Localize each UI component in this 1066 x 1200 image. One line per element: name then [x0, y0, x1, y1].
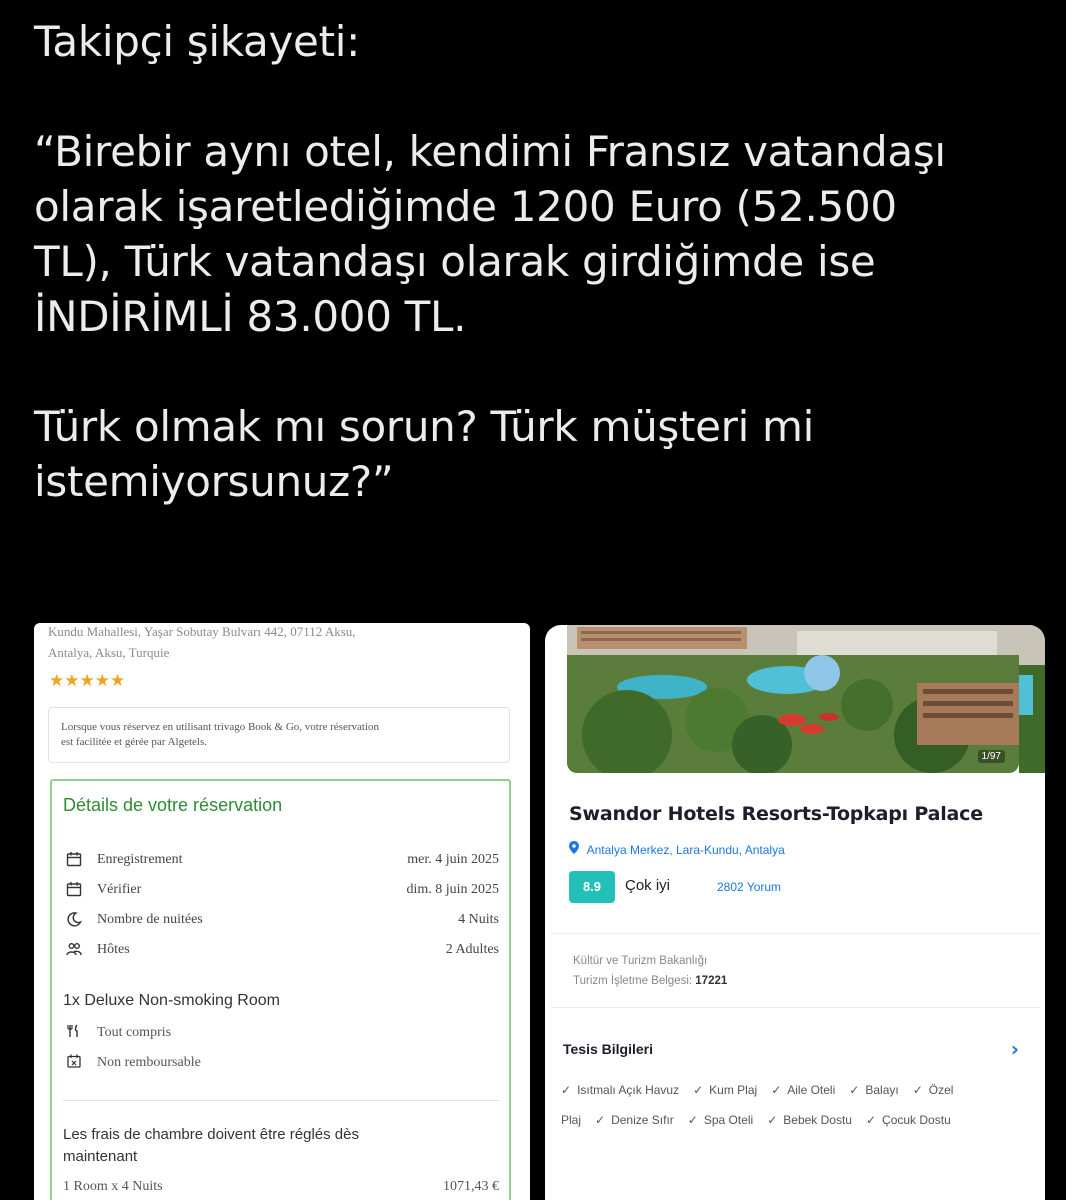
tweet-header: Takipçi şikayeti: — [34, 17, 360, 66]
detail-label: Vérifier — [97, 882, 142, 897]
notice-line-1: Lorsque vous réservez en utilisant triva… — [61, 721, 380, 733]
fees-notice: Les frais de chambre doivent être réglés… — [63, 1124, 443, 1168]
license-line-1: Kültür ve Turizm Bakanlığı — [573, 955, 708, 967]
facility-tag: Balayı — [849, 1083, 898, 1097]
location-pin-icon — [569, 841, 583, 857]
hotel-address: Kundu Mahallesi, Yaşar Sobutay Bulvarı 4… — [48, 623, 518, 663]
facility-tag: Kum Plaj — [693, 1083, 757, 1097]
address-line-2: Antalya, Aksu, Turquie — [48, 645, 170, 660]
calendar-icon — [64, 881, 84, 901]
facilities-title: Tesis Bilgileri — [563, 1041, 653, 1057]
facility-tag: Bebek Dostu — [767, 1113, 852, 1127]
price-value: 1071,43 € — [443, 1179, 499, 1194]
detail-label: Nombre de nuitées — [97, 912, 203, 927]
calendar-x-icon — [64, 1054, 84, 1072]
detail-row-checkout: Vérifier dim. 8 juin 2025 — [64, 880, 499, 902]
calendar-icon — [64, 851, 84, 871]
facility-tag: Spa Oteli — [688, 1113, 753, 1127]
facility-tag: Denize Sıfır — [595, 1113, 674, 1127]
divider — [551, 933, 1039, 934]
detail-row-guests: Hôtes 2 Adultes — [64, 940, 499, 962]
reservation-details-box: Détails de votre réservation Enregistrem… — [50, 779, 511, 1200]
french-booking-screenshot: Kundu Mahallesi, Yaşar Sobutay Bulvarı 4… — [34, 623, 530, 1200]
quote-line-3: TL), Türk vatandaşı olarak girdiğimde is… — [34, 237, 876, 286]
tweet-text: Takipçi şikayeti: “Birebir aynı otel, ke… — [34, 14, 1044, 509]
divider — [551, 1007, 1039, 1008]
license-info: Kültür ve Turizm Bakanlığı Turizm İşletm… — [573, 951, 727, 991]
turkish-booking-screenshot: 1/97 Swandor Hotels Resorts-Topkapı Pala… — [545, 625, 1045, 1200]
facilities-row-1: Isıtmalı Açık Havuz Kum Plaj Aile Oteli Bal… — [561, 1083, 967, 1097]
rating-badge: 8.9 — [569, 871, 615, 903]
location-text: Antalya Merkez, Lara-Kundu, Antalya — [586, 843, 785, 857]
rating-label: Çok iyi — [625, 877, 671, 894]
price-row: 1 Room x 4 Nuits 1071,43 € — [63, 1179, 499, 1195]
photo-count: 1/97 — [977, 750, 1005, 763]
detail-value: mer. 4 juin 2025 — [407, 852, 499, 867]
details-title: Détails de votre réservation — [63, 795, 283, 815]
facility-tag: Özel — [913, 1083, 954, 1097]
detail-label: Enregistrement — [97, 852, 183, 867]
question-line-1: Türk olmak mı sorun? Türk müşteri mi — [34, 402, 815, 451]
next-photo-preview[interactable] — [1019, 625, 1045, 773]
cutlery-icon — [64, 1024, 84, 1042]
hotel-photo-illustration — [567, 625, 1019, 773]
detail-value: dim. 8 juin 2025 — [406, 882, 499, 897]
reviews-link[interactable]: 2802 Yorum — [717, 880, 781, 894]
fees-line-1: Les frais de chambre doivent être réglés… — [63, 1126, 359, 1143]
detail-value: 4 Nuits — [458, 912, 499, 927]
notice-line-2: est facilitée et gérée par Algetels. — [61, 736, 207, 748]
room-title: 1x Deluxe Non-smoking Room — [63, 992, 280, 1009]
facility-tag: Isıtmalı Açık Havuz — [561, 1083, 679, 1097]
detail-value: 2 Adultes — [445, 942, 499, 957]
facility-tag: Çocuk Dostu — [866, 1113, 951, 1127]
booking-notice: Lorsque vous réservez en utilisant triva… — [48, 707, 510, 763]
refund-label: Non remboursable — [97, 1055, 201, 1070]
facility-tag-continued: Plaj — [561, 1113, 582, 1127]
address-line-1: Kundu Mahallesi, Yaşar Sobutay Bulvarı 4… — [48, 624, 356, 639]
moon-icon — [64, 911, 84, 931]
hotel-location[interactable]: Antalya Merkez, Lara-Kundu, Antalya — [569, 841, 785, 857]
price-label: 1 Room x 4 Nuits — [63, 1179, 163, 1194]
divider — [63, 1100, 499, 1101]
board-label: Tout compris — [97, 1025, 172, 1040]
star-rating: ★★★★★ — [49, 671, 126, 691]
detail-label: Hôtes — [97, 942, 130, 957]
chevron-right-icon[interactable]: › — [1011, 1037, 1019, 1061]
detail-row-nights: Nombre de nuitées 4 Nuits — [64, 910, 499, 932]
license-number: 17221 — [695, 975, 728, 987]
detail-row-checkin: Enregistrement mer. 4 juin 2025 — [64, 850, 499, 872]
facility-tag: Aile Oteli — [771, 1083, 835, 1097]
guests-icon — [64, 941, 84, 961]
quote-line-1: “Birebir aynı otel, kendimi Fransız vata… — [34, 127, 946, 176]
quote-line-2: olarak işaretlediğimde 1200 Euro (52.500 — [34, 182, 897, 231]
next-photo-illustration — [1019, 625, 1045, 773]
license-line-2: Turizm İşletme Belgesi: 17221 — [573, 971, 727, 991]
facilities-row-2: Plaj Denize Sıfır Spa Oteli Bebek Dostu Çocu… — [561, 1113, 965, 1127]
question-line-2: istemiyorsunuz?” — [34, 457, 394, 506]
quote-line-4: İNDİRİMLİ 83.000 TL. — [34, 292, 467, 341]
hotel-photo[interactable]: 1/97 — [567, 625, 1019, 773]
hotel-name: Swandor Hotels Resorts-Topkapı Palace — [569, 803, 983, 825]
license-prefix: Turizm İşletme Belgesi: — [573, 975, 693, 987]
fees-line-2: maintenant — [63, 1148, 138, 1165]
